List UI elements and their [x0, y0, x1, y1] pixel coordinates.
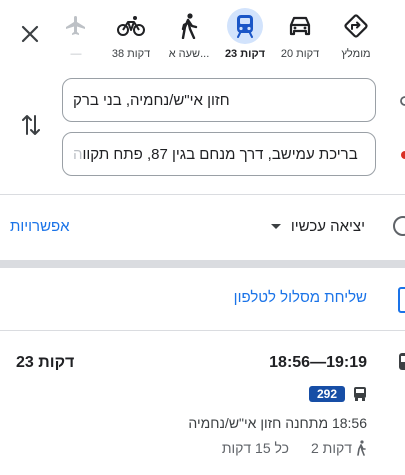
line-badge: 292 [308, 386, 345, 402]
train-icon [227, 8, 263, 44]
divider [0, 330, 405, 331]
mode-recommended-label: מומלץ [341, 48, 371, 60]
route-inputs: חזון אי"ש/נחמיה, בני ברק בריכת עמישב, דר… [0, 72, 405, 192]
bus-icon [354, 387, 366, 401]
mode-flight-label: — [70, 48, 82, 60]
mode-cycling[interactable]: 38 דקות [102, 8, 160, 64]
mode-driving-label: 20 דקות [280, 48, 320, 60]
chevron-down-icon [270, 224, 281, 229]
car-icon [282, 8, 318, 44]
directions-icon [338, 8, 374, 44]
plane-icon [58, 8, 94, 44]
frequency-label: כל 15 דקות [221, 440, 289, 456]
mode-cycling-label: 38 דקות [111, 48, 151, 60]
bike-icon [113, 8, 149, 44]
depart-time-dropdown[interactable]: יציאה עכשיו [270, 218, 365, 235]
mode-walking-label: שעה א... [168, 48, 210, 60]
options-row: אפשרויות יציאה עכשיו [0, 208, 405, 248]
destination-overflow: ה [73, 145, 83, 163]
mode-walking[interactable]: שעה א... [160, 8, 218, 64]
mode-recommended[interactable]: מומלץ [327, 8, 385, 64]
mode-transit-label: 23 דקות [224, 48, 266, 60]
route-meta: כל 15 דקות 2 דקות [222, 440, 367, 456]
depart-time-label: יציאה עכשיו [290, 218, 365, 235]
send-to-phone-link[interactable]: שליחת מסלול לטלפון [234, 289, 367, 306]
origin-dot-icon [400, 96, 405, 106]
divider [0, 194, 405, 195]
send-to-phone-row[interactable]: שליחת מסלול לטלפון [0, 284, 405, 316]
mode-driving[interactable]: 20 דקות [271, 8, 329, 64]
destination-value: בריכת עמישב, דרך מנחם בגין 87, פתח תקוו [82, 145, 358, 163]
walk-icon [171, 8, 207, 44]
route-times: 18:56—19:19 [269, 354, 367, 371]
origin-input[interactable]: חזון אי"ש/נחמיה, בני ברק [62, 78, 376, 122]
destination-input[interactable]: בריכת עמישב, דרך מנחם בגין 87, פתח תקוו ה [62, 132, 376, 176]
swap-button[interactable] [18, 110, 44, 140]
walk-duration: 2 דקות [310, 440, 352, 456]
close-icon [21, 25, 39, 43]
destination-pin-icon [401, 151, 405, 159]
phone-icon [398, 287, 405, 313]
close-button[interactable] [14, 18, 46, 50]
section-divider [0, 260, 405, 268]
clock-icon [393, 216, 405, 236]
mode-transit[interactable]: 23 דקות [216, 8, 274, 64]
mode-flight[interactable]: — [47, 8, 105, 64]
route-result[interactable]: 23 דקות 18:56—19:19 292 18:56 מתחנה חזון… [0, 340, 405, 475]
travel-mode-bar: — 38 דקות שעה א... 23 דקות 20 דקות מומלץ [0, 0, 405, 72]
swap-icon [22, 115, 40, 135]
origin-value: חזון אי"ש/נחמיה, בני ברק [73, 91, 230, 109]
transit-line-row: 292 [308, 386, 367, 402]
route-duration: 23 דקות [16, 354, 75, 371]
bus-icon [399, 353, 405, 370]
departure-stop: 18:56 מתחנה חזון אי"ש/נחמיה [188, 415, 367, 431]
options-link[interactable]: אפשרויות [10, 218, 70, 235]
walk-icon [355, 440, 367, 456]
